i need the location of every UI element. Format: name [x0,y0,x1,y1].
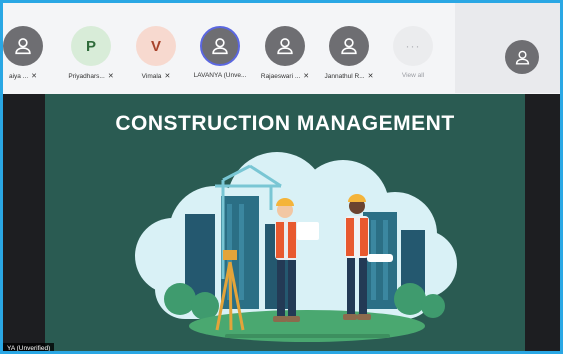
participant-avatar [200,26,240,66]
participant-avatar: P [71,26,111,66]
mic-off-icon: ✕ [31,73,38,80]
participant-name: Jannathul R... [324,73,365,80]
participant-name: Priyadhars... [68,73,105,80]
view-all-label: View all [401,72,425,79]
shared-screen: CONSTRUCTION MANAGEMENT YA (Unverified) [3,94,560,351]
construction-illustration [135,152,457,342]
person-icon [341,38,357,55]
mic-off-icon: ✕ [164,73,171,80]
avatar-initial: P [85,37,96,55]
more-icon: ··· [393,26,433,66]
participant-tile[interactable]: V Vimala ✕ [124,3,188,93]
person-icon [515,50,529,65]
self-avatar [505,40,539,74]
participant-name: LAVANYA (Unve... [193,72,247,79]
participant-strip: aiya ... ✕ P Priyadhars... ✕ V Vimala ✕ LAV… [3,3,455,93]
mic-off-icon: ✕ [303,73,310,80]
participant-name-row: aiya ... ✕ [3,72,55,80]
participant-tile[interactable]: aiya ... ✕ [3,3,55,93]
participant-name: aiya ... [8,73,29,80]
participant-name-row: Rajaeswari ... ✕ [253,72,317,80]
avatar-initial: V [150,37,161,55]
participant-tile-active[interactable]: LAVANYA (Unve... [188,3,252,93]
self-view-tile[interactable] [455,3,560,93]
ground [189,310,425,342]
participant-name-row: Vimala ✕ [124,72,188,80]
participant-tile[interactable]: P Priyadhars... ✕ [59,3,123,93]
participant-name: Rajaeswari ... [260,73,301,80]
participant-tile[interactable]: Jannathul R... ✕ [317,3,381,93]
participant-name-row: LAVANYA (Unve... [188,72,252,79]
participant-avatar [3,26,43,66]
person-icon [212,38,228,55]
participant-avatar [329,26,369,66]
presenter-name-tag: YA (Unverified) [3,343,55,351]
mic-off-icon: ✕ [367,73,374,80]
person-icon [277,38,293,55]
participant-name-row: Priyadhars... ✕ [59,72,123,80]
mic-off-icon: ✕ [107,73,114,80]
view-all-button[interactable]: ··· View all [381,3,445,93]
presentation-slide: CONSTRUCTION MANAGEMENT [45,94,525,351]
meeting-window: aiya ... ✕ P Priyadhars... ✕ V Vimala ✕ LAV… [0,0,563,354]
participant-avatar: V [136,26,176,66]
participant-tile[interactable]: Rajaeswari ... ✕ [253,3,317,93]
participant-avatar [265,26,305,66]
participant-name-row: Jannathul R... ✕ [317,72,381,80]
participant-name: Vimala [141,73,162,80]
person-icon [15,38,31,55]
